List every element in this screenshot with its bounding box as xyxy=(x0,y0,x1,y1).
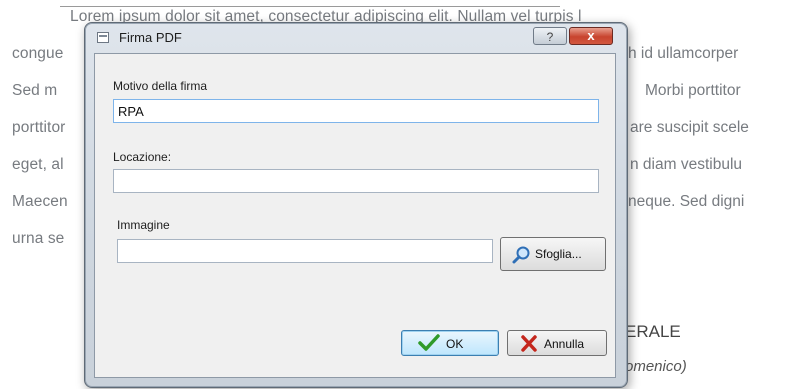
image-label: Immagine xyxy=(117,218,170,232)
doc-line-2: congue xyxy=(12,45,64,62)
dialog-title: Firma PDF xyxy=(119,30,182,45)
doc-fragment-2: Morbi porttitor xyxy=(645,82,741,99)
image-path-input[interactable] xyxy=(117,239,493,263)
cancel-label: Annulla xyxy=(544,337,585,351)
doc-line-4: porttitor xyxy=(12,119,66,136)
x-cross-icon xyxy=(521,335,537,352)
cancel-button[interactable]: Annulla xyxy=(507,330,607,356)
doc-fragment-1: h id ullamcorper xyxy=(628,45,739,62)
doc-line-3: Sed m xyxy=(12,82,58,99)
doc-fragment-3: are suscipit scele xyxy=(630,119,749,136)
checkmark-icon xyxy=(418,334,440,351)
window-icon xyxy=(97,32,109,43)
dialog-titlebar[interactable]: Firma PDF ? x xyxy=(85,23,627,51)
magnifier-icon xyxy=(512,246,530,264)
doc-fragment-5: neque. Sed digni xyxy=(628,193,745,210)
doc-fragment-4: n diam vestibulu xyxy=(630,156,743,173)
doc-line-5: eget, al xyxy=(12,156,64,173)
signature-name: omenico) xyxy=(625,358,687,375)
doc-line-6: Maecen xyxy=(12,193,68,210)
close-button[interactable]: x xyxy=(569,27,613,45)
doc-line-7: urna se xyxy=(12,230,65,247)
ok-label: OK xyxy=(446,337,464,351)
dialog-body: Motivo della firma Locazione: Immagine S… xyxy=(94,53,616,378)
signature-title: ERALE xyxy=(625,322,681,341)
help-button[interactable]: ? xyxy=(533,27,567,45)
sign-pdf-dialog: Firma PDF ? x Motivo della firma Locazio… xyxy=(84,22,628,388)
location-input[interactable] xyxy=(113,169,599,193)
ok-button[interactable]: OK xyxy=(401,330,499,356)
reason-input[interactable] xyxy=(113,99,599,123)
text-underline xyxy=(60,6,560,7)
browse-button[interactable]: Sfoglia... xyxy=(500,237,606,271)
reason-label: Motivo della firma xyxy=(113,79,208,93)
browse-label: Sfoglia... xyxy=(535,247,582,261)
location-label: Locazione: xyxy=(113,150,172,164)
